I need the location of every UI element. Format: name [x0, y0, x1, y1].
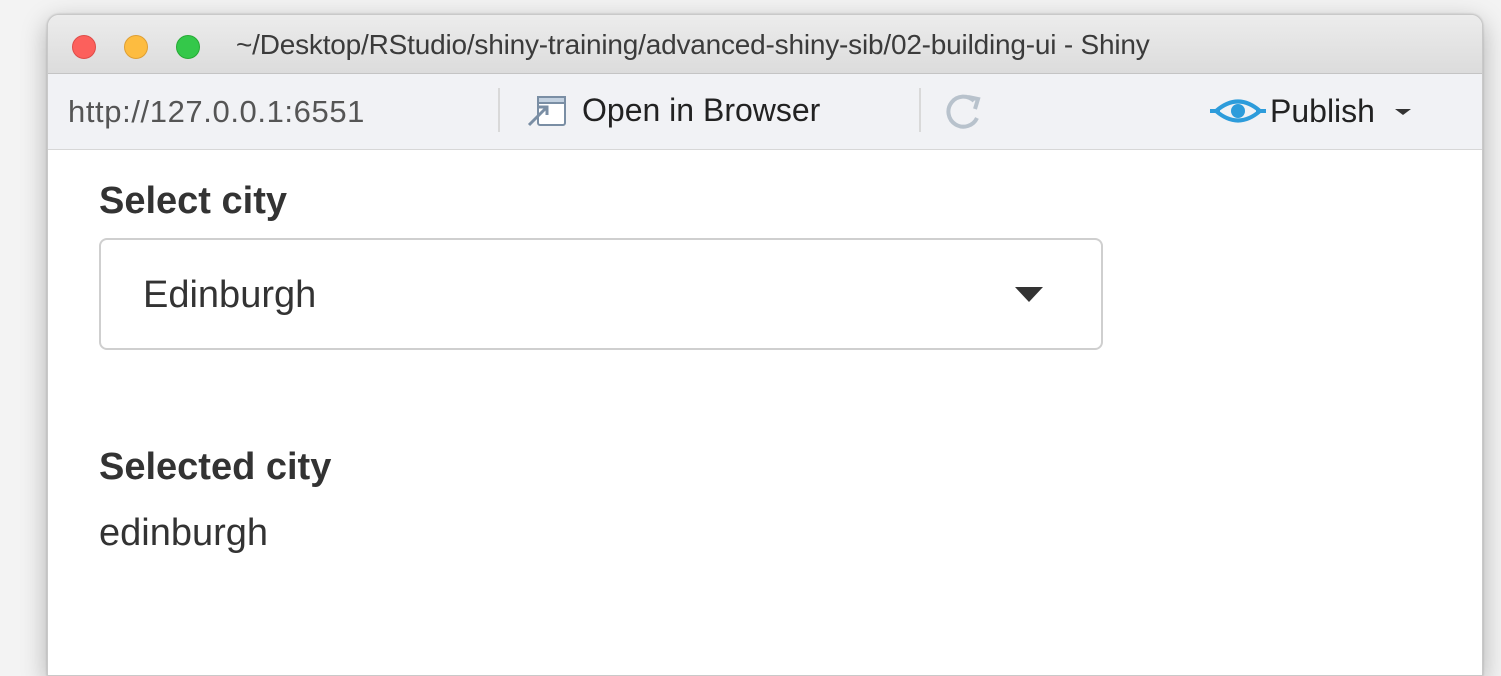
publish-button[interactable]: Publish	[1210, 88, 1413, 134]
title-bar[interactable]: ~/Desktop/RStudio/shiny-training/advance…	[48, 15, 1482, 74]
chevron-down-icon[interactable]	[1393, 105, 1413, 117]
app-url: http://127.0.0.1:6551	[68, 94, 366, 129]
toolbar-divider	[498, 88, 500, 132]
publish-label: Publish	[1270, 92, 1375, 129]
open-in-browser-icon	[527, 96, 566, 127]
maximize-window-button[interactable]	[176, 35, 200, 59]
app-content: Select city Edinburgh Selected city edin…	[48, 150, 1482, 675]
minimize-window-button[interactable]	[124, 35, 148, 59]
close-window-button[interactable]	[72, 35, 96, 59]
viewer-window: ~/Desktop/RStudio/shiny-training/advance…	[47, 14, 1483, 676]
open-in-browser-button[interactable]: Open in Browser	[526, 86, 820, 134]
city-select-value: Edinburgh	[143, 274, 317, 316]
publish-icon	[1210, 99, 1266, 123]
refresh-button[interactable]	[938, 88, 988, 134]
select-city-label: Select city	[99, 180, 287, 222]
dropdown-arrow-icon	[1015, 287, 1043, 302]
viewer-toolbar: http://127.0.0.1:6551 Open in Browser Pu…	[48, 74, 1482, 150]
toolbar-divider	[919, 88, 921, 132]
refresh-icon	[946, 94, 981, 129]
city-select[interactable]: Edinburgh	[99, 238, 1103, 350]
window-title: ~/Desktop/RStudio/shiny-training/advance…	[236, 29, 1150, 60]
selected-city-output: edinburgh	[99, 512, 269, 554]
selected-city-heading: Selected city	[99, 446, 332, 488]
open-in-browser-label: Open in Browser	[582, 91, 821, 128]
